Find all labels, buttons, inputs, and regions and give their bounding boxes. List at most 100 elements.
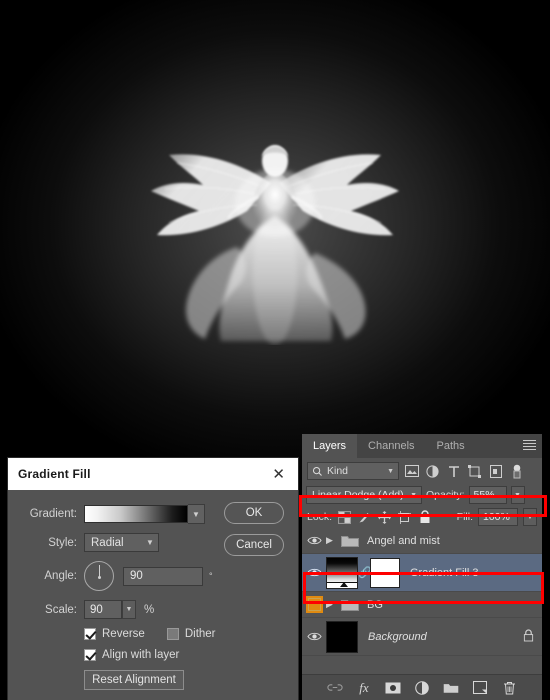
dialog-body: OK Cancel Gradient: ▼ Style: Radial ▼ An… bbox=[8, 490, 298, 690]
opacity-input[interactable]: 55% bbox=[468, 486, 507, 504]
scale-input[interactable]: 90 bbox=[84, 600, 122, 619]
align-with-layer-label: Align with layer bbox=[102, 649, 180, 661]
chevron-down-icon: ▼ bbox=[146, 538, 154, 547]
opacity-value: 55% bbox=[473, 489, 495, 501]
angel-image bbox=[125, 125, 425, 345]
smart-object-filter-icon[interactable] bbox=[487, 463, 504, 480]
layer-name: BG bbox=[367, 598, 383, 611]
table-row[interactable]: 🔗 Gradient Fill 3 bbox=[302, 554, 542, 592]
table-row[interactable]: ▶ Angel and mist bbox=[302, 528, 542, 554]
layer-name: Gradient Fill 3 bbox=[410, 566, 479, 579]
gradient-label: Gradient: bbox=[29, 508, 77, 520]
lock-image-pixels-icon[interactable] bbox=[357, 510, 372, 525]
shape-layer-filter-icon[interactable] bbox=[466, 463, 483, 480]
reverse-dither-row: Reverse Dither bbox=[20, 628, 286, 640]
fill-input[interactable]: 100% bbox=[478, 508, 518, 526]
blend-mode-value: Linear Dodge (Add) bbox=[312, 489, 404, 501]
fill-label: Fill: bbox=[456, 511, 473, 523]
new-group-icon[interactable] bbox=[443, 680, 459, 696]
group-color-indicator bbox=[306, 596, 323, 613]
ok-button[interactable]: OK bbox=[224, 502, 284, 524]
gradient-fill-dialog[interactable]: Gradient Fill ✕ OK Cancel Gradient: ▼ St… bbox=[8, 458, 298, 700]
opacity-chevron-down-icon[interactable]: ▼ bbox=[510, 486, 525, 504]
style-select[interactable]: Radial ▼ bbox=[84, 533, 159, 552]
lock-artboard-nesting-icon[interactable] bbox=[397, 510, 412, 525]
dither-label: Dither bbox=[184, 628, 216, 640]
adjustment-layer-filter-icon[interactable] bbox=[424, 463, 441, 480]
align-with-layer-checkbox[interactable] bbox=[84, 649, 96, 661]
angle-center-dot-icon bbox=[97, 576, 101, 579]
angel-illustration bbox=[151, 145, 399, 345]
lock-row: Lock: Fill: 100% ▼ bbox=[302, 506, 542, 528]
folder-icon bbox=[339, 534, 361, 548]
align-checkbox-group[interactable]: Align with layer bbox=[84, 649, 179, 661]
eye-icon[interactable] bbox=[302, 631, 326, 642]
tab-paths[interactable]: Paths bbox=[426, 434, 476, 458]
fill-value: 100% bbox=[483, 511, 510, 523]
close-icon[interactable]: ✕ bbox=[269, 465, 288, 484]
blend-mode-row: Linear Dodge (Add) ▼ Opacity: 55% ▼ bbox=[302, 484, 542, 506]
scale-value: 90 bbox=[90, 603, 103, 616]
angle-dial[interactable] bbox=[84, 561, 114, 591]
chevron-down-icon[interactable]: ▼ bbox=[188, 504, 205, 524]
link-mask-icon[interactable]: 🔗 bbox=[358, 566, 372, 579]
scale-label: Scale: bbox=[45, 603, 77, 616]
reverse-label: Reverse bbox=[102, 628, 145, 640]
hamburger-menu-icon[interactable] bbox=[523, 440, 536, 452]
chevron-right-icon[interactable]: ▶ bbox=[326, 599, 339, 610]
reset-alignment-row: Reset Alignment bbox=[20, 670, 286, 690]
angle-value: 90 bbox=[130, 570, 143, 582]
new-layer-icon[interactable] bbox=[472, 680, 488, 696]
layer-style-fx-icon[interactable]: fx bbox=[356, 680, 372, 696]
lock-all-icon bbox=[523, 628, 534, 645]
chevron-down-icon: ▼ bbox=[410, 491, 417, 499]
align-row: Align with layer bbox=[20, 649, 286, 661]
tab-channels[interactable]: Channels bbox=[357, 434, 425, 458]
table-row[interactable]: ▶ BG bbox=[302, 592, 542, 618]
gradient-layer-thumbnail[interactable] bbox=[326, 556, 358, 589]
blend-mode-select[interactable]: Linear Dodge (Add) ▼ bbox=[306, 486, 422, 504]
filter-kind-select[interactable]: Kind ▼ bbox=[307, 462, 399, 480]
filter-toggle-icon[interactable] bbox=[508, 463, 525, 480]
layer-name: Background bbox=[368, 630, 427, 643]
scale-percent-symbol: % bbox=[144, 603, 155, 616]
chevron-down-icon[interactable]: ▼ bbox=[122, 600, 136, 619]
lock-position-icon[interactable] bbox=[377, 510, 392, 525]
pixel-layer-filter-icon[interactable] bbox=[403, 463, 420, 480]
folder-icon bbox=[339, 598, 361, 612]
delete-layer-icon[interactable] bbox=[501, 680, 517, 696]
fill-chevron-down-icon[interactable]: ▼ bbox=[523, 508, 537, 526]
chevron-right-icon[interactable]: ▶ bbox=[326, 535, 339, 546]
table-row[interactable]: Background bbox=[302, 618, 542, 656]
gradient-preview-swatch[interactable] bbox=[84, 505, 188, 523]
cancel-button[interactable]: Cancel bbox=[224, 534, 284, 556]
link-layers-icon[interactable] bbox=[327, 680, 343, 696]
eye-icon[interactable] bbox=[302, 535, 326, 546]
search-icon bbox=[312, 466, 322, 476]
layer-list: ▶ Angel and mist 🔗 Gradient Fill 3 ▶ BG … bbox=[302, 528, 542, 656]
lock-transparent-pixels-icon[interactable] bbox=[337, 510, 352, 525]
new-adjustment-layer-icon[interactable] bbox=[414, 680, 430, 696]
filter-kind-label: Kind bbox=[327, 465, 349, 477]
reset-alignment-button[interactable]: Reset Alignment bbox=[84, 670, 184, 690]
lock-label: Lock: bbox=[307, 511, 333, 523]
layer-mask-thumbnail[interactable] bbox=[370, 557, 400, 588]
layers-panel-toolbar: fx bbox=[302, 674, 542, 700]
layers-panel: Layers Channels Paths Kind ▼ Linear Dodg… bbox=[302, 434, 542, 700]
eye-icon[interactable] bbox=[302, 567, 326, 578]
dither-checkbox-group[interactable]: Dither bbox=[166, 628, 216, 640]
dither-checkbox[interactable] bbox=[166, 628, 179, 640]
angle-label: Angle: bbox=[44, 570, 77, 582]
dialog-buttons: OK Cancel bbox=[224, 502, 284, 556]
angle-input[interactable]: 90 bbox=[123, 566, 203, 586]
lock-all-icon[interactable] bbox=[417, 510, 432, 525]
type-layer-filter-icon[interactable] bbox=[445, 463, 462, 480]
tab-layers[interactable]: Layers bbox=[302, 434, 358, 458]
angle-row: Angle: 90 ° bbox=[20, 561, 286, 591]
add-layer-mask-icon[interactable] bbox=[385, 680, 401, 696]
chevron-down-icon: ▼ bbox=[387, 467, 394, 475]
style-value: Radial bbox=[91, 536, 124, 549]
reverse-checkbox-group[interactable]: Reverse bbox=[84, 628, 145, 640]
reverse-checkbox[interactable] bbox=[84, 628, 96, 640]
background-layer-thumbnail[interactable] bbox=[326, 620, 358, 653]
